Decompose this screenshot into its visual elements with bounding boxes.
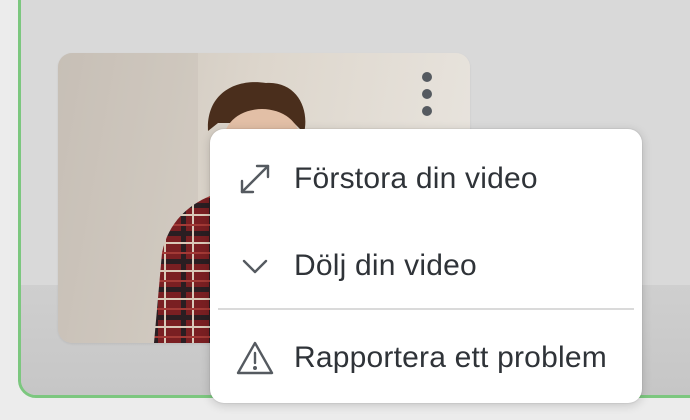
menu-item-enlarge-video[interactable]: Förstora din video — [210, 139, 642, 219]
video-options-menu: Förstora din video Dölj din video Rappor… — [210, 129, 642, 403]
menu-divider — [218, 308, 634, 310]
expand-icon — [235, 159, 275, 199]
menu-item-hide-video[interactable]: Dölj din video — [210, 226, 642, 306]
more-vertical-icon-dot — [422, 106, 432, 116]
chevron-down-icon — [235, 246, 275, 286]
video-options-button[interactable] — [406, 66, 448, 122]
meeting-stage: Förstora din video Dölj din video Rappor… — [0, 0, 690, 420]
menu-item-label: Dölj din video — [294, 249, 477, 282]
more-vertical-icon — [422, 72, 432, 82]
more-vertical-icon-dot — [422, 89, 432, 99]
menu-item-label: Rapportera ett problem — [294, 341, 607, 374]
menu-item-report-problem[interactable]: Rapportera ett problem — [210, 318, 642, 398]
warning-triangle-icon — [235, 338, 275, 378]
menu-item-label: Förstora din video — [294, 162, 538, 195]
